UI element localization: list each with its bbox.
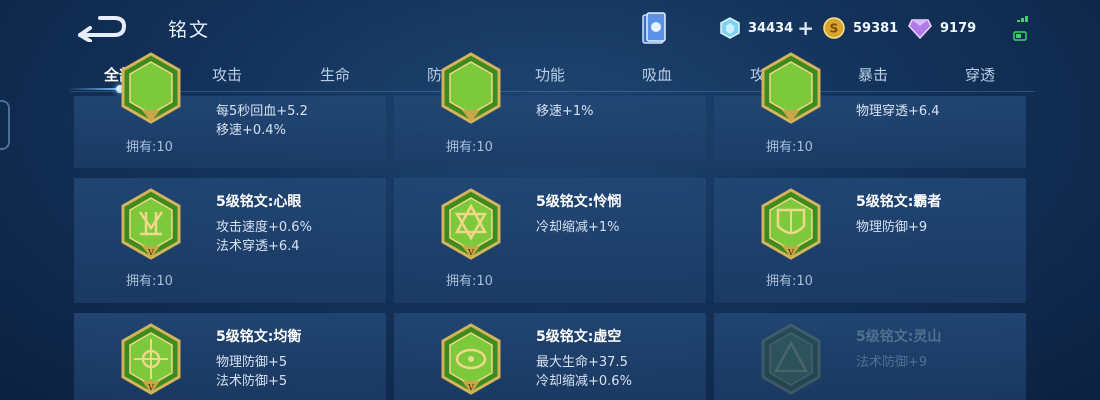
inscription-card[interactable]: 每5秒回血+5.2 移速+0.4% 拥有:10	[74, 52, 386, 168]
inscription-name: 5级铭文:均衡	[216, 329, 302, 345]
inscription-name: 5级铭文:灵山	[856, 329, 942, 345]
inscription-card-junheng[interactable]: V 5级铭文:均衡 物理防御+5 法术防御+5	[74, 313, 386, 400]
inscription-attribute: 移速+0.4%	[216, 123, 286, 138]
owned-count: 拥有:10	[766, 140, 813, 155]
tab-function[interactable]: 功能	[535, 64, 565, 85]
inscription-attribute: 法术穿透+6.4	[216, 239, 300, 254]
inscription-attribute: 冷却缩减+0.6%	[536, 374, 632, 389]
top-bar: 铭文 34434 + S 59381 9179	[0, 0, 1100, 58]
tab-attack[interactable]: 攻击	[212, 64, 242, 85]
inscription-name: 5级铭文:心眼	[216, 194, 302, 210]
tab-divider	[70, 91, 1035, 92]
inscription-attribute: 物理防御+9	[856, 220, 928, 235]
inscription-attribute: 法术防御+9	[856, 355, 928, 370]
tab-penetration[interactable]: 穿透	[965, 64, 995, 85]
inscription-card-xukong[interactable]: V 5级铭文:虚空 最大生命+37.5 冷却缩减+0.6%	[394, 313, 706, 400]
inscription-book-icon[interactable]	[638, 12, 670, 46]
owned-count: 拥有:10	[126, 274, 173, 289]
tab-health[interactable]: 生命	[320, 64, 350, 85]
inscription-emblem-icon: V	[441, 323, 501, 395]
svg-text:V: V	[467, 383, 474, 392]
inscription-card-xinyan[interactable]: V 5级铭文:心眼 攻击速度+0.6% 法术穿透+6.4 拥有:10	[74, 178, 386, 303]
inscription-card[interactable]: 移速+1% 拥有:10	[394, 52, 706, 168]
svg-text:V: V	[787, 248, 794, 257]
gold-amount: 59381	[853, 20, 899, 36]
inscription-card-lianmin[interactable]: V 5级铭文:怜悯 冷却缩减+1% 拥有:10	[394, 178, 706, 303]
gem-amount: 9179	[940, 20, 977, 36]
tab-lifesteal[interactable]: 吸血	[642, 64, 672, 85]
inscription-emblem-icon: V	[121, 323, 181, 395]
owned-count: 拥有:10	[446, 274, 493, 289]
owned-count: 拥有:10	[126, 140, 173, 155]
side-drawer-handle[interactable]	[0, 100, 10, 150]
gem-currency: 9179	[908, 16, 976, 40]
inscription-attribute: 移速+1%	[536, 104, 594, 119]
inscription-attribute: 法术防御+5	[216, 374, 288, 389]
svg-text:V: V	[467, 248, 474, 257]
inscription-name: 5级铭文:虚空	[536, 329, 622, 345]
diamond-amount: 34434	[748, 20, 794, 36]
svg-text:S: S	[830, 22, 839, 36]
owned-count: 拥有:10	[446, 140, 493, 155]
tab-critical[interactable]: 暴击	[858, 64, 888, 85]
diamond-currency: 34434 +	[720, 16, 814, 40]
inscription-attribute: 冷却缩减+1%	[536, 220, 620, 235]
inscription-attribute: 物理防御+5	[216, 355, 288, 370]
gold-currency: S 59381	[823, 16, 898, 40]
svg-text:V: V	[147, 383, 154, 392]
inscription-emblem-icon: V	[121, 188, 181, 260]
svg-text:V: V	[147, 248, 154, 257]
inscription-name: 5级铭文:怜悯	[536, 194, 622, 210]
gold-coin-icon: S	[823, 17, 845, 39]
inscription-card-lingshan[interactable]: 5级铭文:灵山 法术防御+9	[714, 313, 1026, 400]
inscription-emblem-icon	[761, 52, 821, 124]
inscription-card[interactable]: 物理穿透+6.4 拥有:10	[714, 52, 1026, 168]
add-diamond-button[interactable]: +	[797, 18, 814, 38]
inscription-attribute: 物理穿透+6.4	[856, 104, 940, 119]
owned-count: 拥有:10	[766, 274, 813, 289]
inscription-attribute: 攻击速度+0.6%	[216, 220, 312, 235]
inscription-name: 5级铭文:霸者	[856, 194, 942, 210]
diamond-icon	[720, 17, 740, 39]
inscription-attribute: 每5秒回血+5.2	[216, 104, 308, 119]
inscription-emblem-icon: V	[761, 188, 821, 260]
category-tabs: 全部 攻击 生命 防御 功能 吸血 攻速 暴击 穿透	[70, 60, 1070, 92]
page-title: 铭文	[168, 19, 211, 41]
inscription-card-bazhe[interactable]: V 5级铭文:霸者 物理防御+9 拥有:10	[714, 178, 1026, 303]
purple-gem-icon	[908, 19, 932, 39]
inscription-emblem-icon	[441, 52, 501, 124]
inscription-emblem-icon: V	[441, 188, 501, 260]
inscription-emblem-icon	[761, 323, 821, 395]
network-signal-icon	[1013, 16, 1028, 41]
inscription-attribute: 最大生命+37.5	[536, 355, 628, 370]
inscription-emblem-icon	[121, 52, 181, 124]
back-arrow-icon[interactable]	[74, 12, 128, 42]
